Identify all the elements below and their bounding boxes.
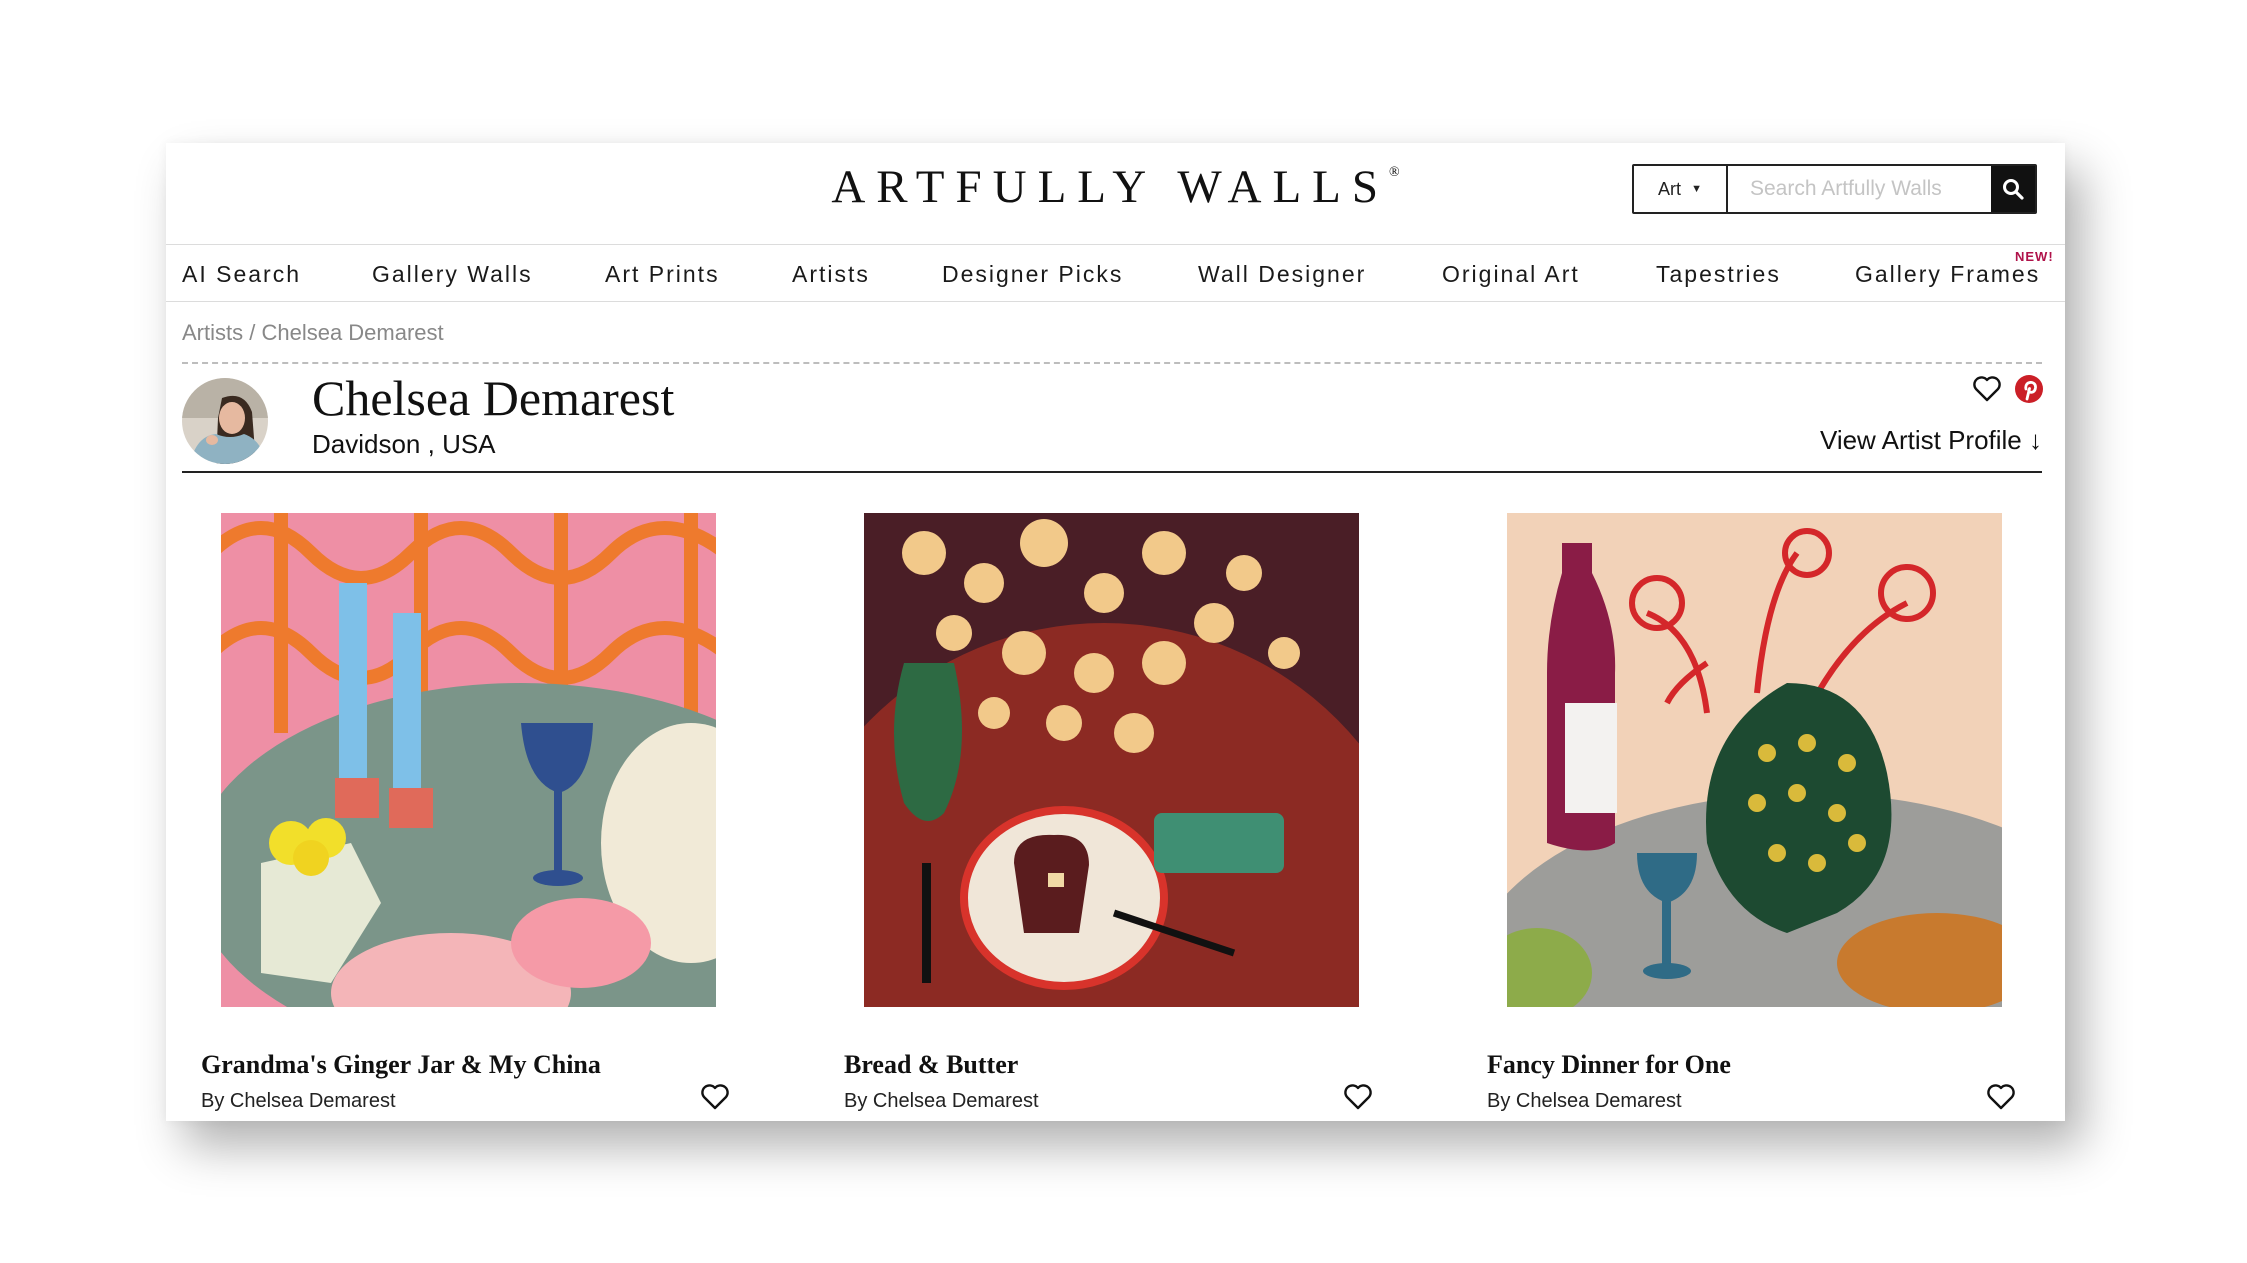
breadcrumb: Artists / Chelsea Demarest — [182, 320, 444, 346]
heart-icon[interactable] — [1972, 375, 2002, 403]
nav-art-prints[interactable]: Art Prints — [605, 261, 720, 288]
artwork-title[interactable]: Fancy Dinner for One — [1487, 1050, 1731, 1080]
nav-original-art[interactable]: Original Art — [1442, 261, 1580, 288]
artwork-title[interactable]: Grandma's Ginger Jar & My China — [201, 1050, 601, 1080]
artwork-title[interactable]: Bread & Butter — [844, 1050, 1018, 1080]
breadcrumb-artists-link[interactable]: Artists — [182, 320, 243, 345]
search-category-label: Art — [1658, 178, 1682, 199]
nav-tapestries[interactable]: Tapestries — [1656, 261, 1781, 288]
heart-icon[interactable] — [1343, 1083, 1373, 1111]
view-artist-profile-link[interactable]: View Artist Profile ↓ — [1820, 425, 2042, 456]
search-button[interactable] — [1991, 166, 2035, 212]
search-bar: Art ▼ — [1632, 164, 2037, 214]
breadcrumb-separator: / — [243, 320, 262, 345]
main-nav: AI Search Gallery Walls Art Prints Artis… — [166, 244, 2065, 302]
artwork-artist: By Chelsea Demarest — [1487, 1090, 1682, 1112]
nav-gallery-walls[interactable]: Gallery Walls — [372, 261, 533, 288]
caret-down-icon: ▼ — [1691, 183, 1702, 195]
artwork-image-bread-and-butter[interactable] — [864, 513, 1359, 1007]
breadcrumb-current: Chelsea Demarest — [261, 320, 444, 345]
artwork-artist: By Chelsea Demarest — [201, 1090, 396, 1112]
search-category-select[interactable]: Art ▼ — [1634, 166, 1728, 212]
heart-icon[interactable] — [1986, 1083, 2016, 1111]
new-badge: NEW! — [2015, 249, 2054, 264]
profile-divider — [182, 471, 2042, 473]
artwork-image-grandmas-ginger-jar[interactable] — [221, 513, 716, 1007]
artwork-image-fancy-dinner-for-one[interactable] — [1507, 513, 2002, 1007]
artist-avatar — [182, 378, 268, 464]
nav-artists[interactable]: Artists — [792, 261, 870, 288]
nav-designer-picks[interactable]: Designer Picks — [942, 261, 1123, 288]
dashed-divider — [182, 362, 2042, 364]
browser-window: ARTFULLY WALLS® Art ▼ AI Search Gallery … — [166, 143, 2065, 1121]
artist-name: Chelsea Demarest — [312, 370, 675, 426]
heart-icon[interactable] — [700, 1083, 730, 1111]
pinterest-icon[interactable] — [2014, 374, 2044, 404]
nav-gallery-frames[interactable]: Gallery Frames — [1855, 261, 2040, 288]
artist-location: Davidson , USA — [312, 429, 496, 459]
artwork-artist: By Chelsea Demarest — [844, 1090, 1039, 1112]
nav-ai-search[interactable]: AI Search — [182, 261, 301, 288]
search-icon — [2003, 179, 2024, 200]
nav-wall-designer[interactable]: Wall Designer — [1198, 261, 1366, 288]
search-input[interactable] — [1728, 166, 1991, 212]
